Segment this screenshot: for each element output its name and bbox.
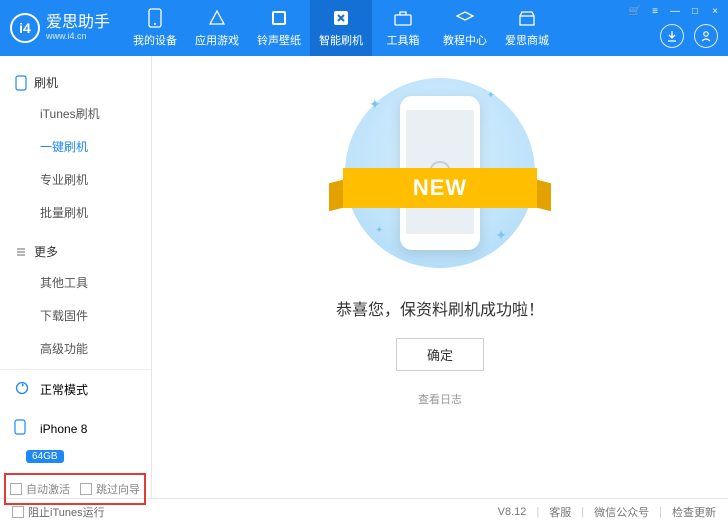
tab-tutorials[interactable]: 教程中心 (434, 0, 496, 56)
device-capacity: 64GB (26, 448, 151, 463)
device-mode-label: 正常模式 (40, 381, 88, 398)
new-ribbon: NEW (343, 168, 537, 208)
ok-button[interactable]: 确定 (396, 338, 484, 371)
checkbox-auto-activate[interactable]: 自动激活 (10, 481, 70, 497)
sidebar-item-advanced[interactable]: 高级功能 (0, 332, 151, 365)
tab-label: 应用游戏 (195, 32, 239, 48)
maximize-icon[interactable]: □ (688, 4, 702, 18)
checkbox-icon (12, 506, 24, 518)
sparkle-icon: ✦ (487, 90, 495, 101)
tab-label: 爱思商城 (505, 32, 549, 48)
sidebar-section-more[interactable]: 更多 (0, 237, 151, 266)
close-icon[interactable]: × (708, 4, 722, 18)
sidebar-item-other-tools[interactable]: 其他工具 (0, 266, 151, 299)
sparkle-icon: ✦ (375, 225, 383, 236)
sidebar-item-onekey-flash[interactable]: 一键刷机 (0, 130, 151, 163)
tab-apps[interactable]: 应用游戏 (186, 0, 248, 56)
tutorial-icon (455, 8, 475, 28)
tab-flash[interactable]: 智能刷机 (310, 0, 372, 56)
toolbox-icon (393, 8, 413, 28)
version-label: V8.12 (498, 506, 527, 518)
tab-my-device[interactable]: 我的设备 (124, 0, 186, 56)
tab-label: 教程中心 (443, 32, 487, 48)
device-mode-row[interactable]: 正常模式 (0, 370, 151, 409)
wallpaper-icon (270, 8, 288, 28)
checkbox-block-itunes[interactable]: 阻止iTunes运行 (12, 504, 105, 520)
list-icon (14, 246, 28, 258)
sidebar-section-title: 更多 (34, 243, 58, 260)
device-name: iPhone 8 (40, 422, 87, 436)
checkbox-label: 阻止iTunes运行 (28, 504, 105, 520)
tab-label: 我的设备 (133, 32, 177, 48)
store-icon (517, 8, 537, 28)
sidebar-section-flash[interactable]: 刷机 (0, 68, 151, 97)
checkbox-label: 自动激活 (26, 481, 70, 497)
device-info-row[interactable]: iPhone 8 (0, 409, 151, 448)
success-message: 恭喜您，保资料刷机成功啦！ (152, 296, 728, 320)
tab-ringtones[interactable]: 铃声壁纸 (248, 0, 310, 56)
sidebar-item-pro-flash[interactable]: 专业刷机 (0, 163, 151, 196)
sidebar-item-itunes-flash[interactable]: iTunes刷机 (0, 97, 151, 130)
download-button[interactable] (660, 24, 684, 48)
sidebar-section-title: 刷机 (34, 74, 58, 91)
user-button[interactable] (694, 24, 718, 48)
capacity-badge: 64GB (26, 450, 64, 463)
sidebar-item-download-firmware[interactable]: 下载固件 (0, 299, 151, 332)
checkbox-skip-guide[interactable]: 跳过向导 (80, 481, 140, 497)
phone-icon (148, 8, 162, 28)
cart-icon[interactable]: 🛒 (628, 4, 642, 18)
support-link[interactable]: 客服 (549, 504, 571, 520)
checkbox-icon (80, 483, 92, 495)
options-highlight-box: 自动激活 跳过向导 (4, 473, 146, 505)
main-content: ✦ ✦ ✦ ✦ NEW 恭喜您，保资料刷机成功啦！ 确定 查看日志 (152, 56, 728, 498)
view-log-link[interactable]: 查看日志 (152, 391, 728, 407)
tab-label: 铃声壁纸 (257, 32, 301, 48)
tab-label: 工具箱 (387, 32, 420, 48)
sparkle-icon: ✦ (495, 227, 507, 244)
success-illustration: ✦ ✦ ✦ ✦ NEW (325, 78, 555, 268)
sparkle-icon: ✦ (369, 96, 381, 113)
flash-icon (332, 8, 350, 28)
brand-logo: i4 爱思助手 www.i4.cn (0, 13, 124, 43)
device-phone-icon (14, 419, 32, 438)
tab-label: 智能刷机 (319, 32, 363, 48)
app-header: i4 爱思助手 www.i4.cn 我的设备 应用游戏 铃声壁纸 智能刷机 工具… (0, 0, 728, 56)
refresh-icon (14, 380, 32, 399)
tab-store[interactable]: 爱思商城 (496, 0, 558, 56)
main-tabs: 我的设备 应用游戏 铃声壁纸 智能刷机 工具箱 教程中心 爱思商城 (124, 0, 558, 56)
minimize-icon[interactable]: — (668, 4, 682, 18)
brand-url: www.i4.cn (46, 31, 110, 42)
sidebar-item-batch-flash[interactable]: 批量刷机 (0, 196, 151, 229)
check-update-link[interactable]: 检查更新 (672, 504, 716, 520)
brand-name: 爱思助手 (46, 15, 110, 31)
apps-icon (207, 8, 227, 28)
checkbox-icon (10, 483, 22, 495)
sidebar: 刷机 iTunes刷机 一键刷机 专业刷机 批量刷机 更多 其他工具 下载固件 … (0, 56, 152, 498)
logo-icon: i4 (10, 13, 40, 43)
checkbox-label: 跳过向导 (96, 481, 140, 497)
menu-icon[interactable]: ≡ (648, 4, 662, 18)
wechat-link[interactable]: 微信公众号 (594, 504, 649, 520)
window-controls: 🛒 ≡ — □ × (628, 4, 722, 18)
phone-outline-icon (14, 75, 28, 91)
tab-toolbox[interactable]: 工具箱 (372, 0, 434, 56)
